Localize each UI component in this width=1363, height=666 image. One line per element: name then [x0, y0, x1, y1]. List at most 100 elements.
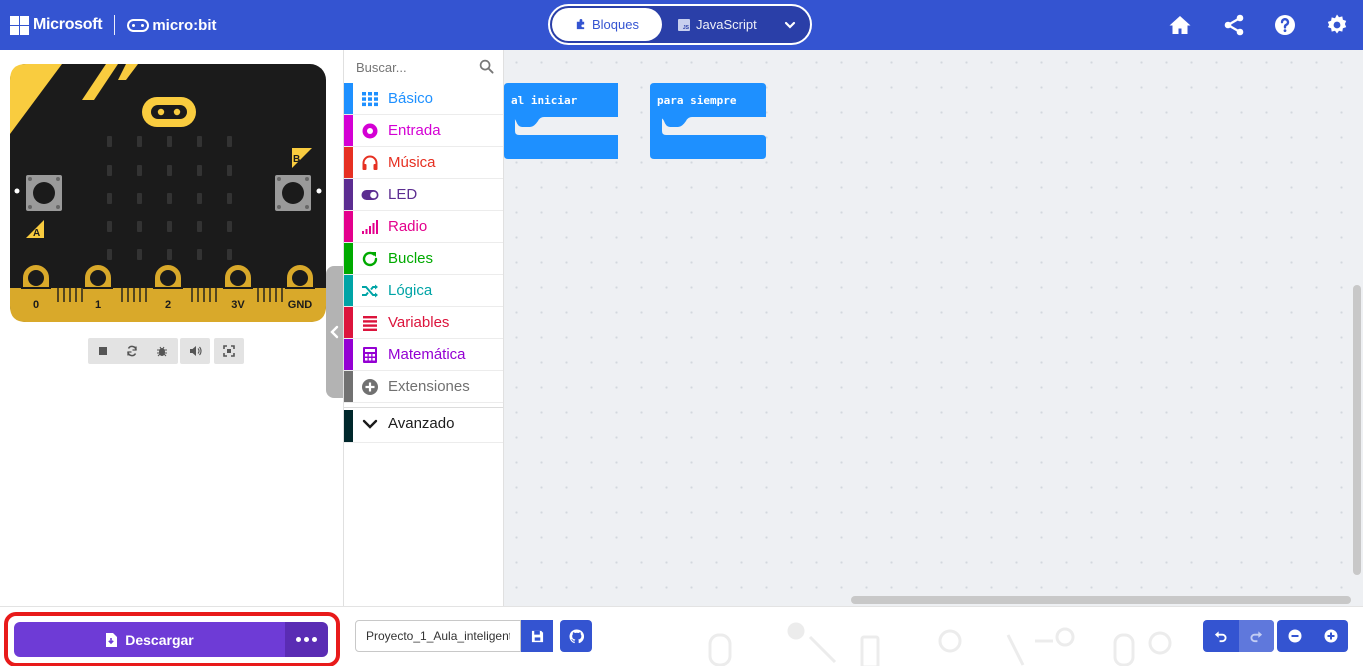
project-name-input[interactable]	[355, 620, 521, 652]
debug-icon[interactable]	[156, 345, 168, 357]
blocks-tab[interactable]: Bloques	[552, 8, 662, 41]
decorative-pattern	[708, 622, 1172, 666]
microsoft-logo-icon	[10, 15, 29, 35]
share-icon[interactable]	[1222, 13, 1246, 37]
undo-icon	[1214, 630, 1227, 642]
home-icon[interactable]	[1168, 13, 1192, 37]
pin-1-label[interactable]: 1	[95, 299, 101, 311]
zoom-out-icon	[1288, 629, 1301, 643]
category-avanzado[interactable]: Avanzado	[344, 407, 503, 443]
forever-block[interactable]: para siempre	[650, 83, 766, 164]
blocks-tab-label: Bloques	[592, 17, 639, 32]
shuffle-icon	[362, 284, 378, 298]
javascript-tab-label: JavaScript	[696, 17, 757, 32]
vertical-scrollbar[interactable]	[1353, 285, 1361, 575]
category-label: Básico	[388, 90, 434, 107]
category-label: Entrada	[388, 122, 441, 139]
pin-2-label[interactable]: 2	[165, 299, 171, 311]
button-b-label: B	[293, 154, 300, 165]
simulator-panel: A B 0 1 2 3V GND	[0, 50, 343, 606]
redo-icon	[1250, 630, 1263, 642]
sim-fullscreen-button[interactable]	[214, 338, 244, 364]
javascript-tab[interactable]: JavaScript	[678, 8, 757, 41]
fullscreen-icon	[223, 345, 235, 357]
category-label: Matemática	[388, 346, 466, 363]
category-label: Extensiones	[388, 378, 470, 395]
zoom-out-button[interactable]	[1277, 620, 1312, 652]
brand: Microsoft micro:bit	[10, 14, 216, 36]
forever-label: para siempre	[657, 94, 737, 107]
restart-icon[interactable]	[126, 345, 138, 357]
toolbox-search	[344, 50, 503, 83]
calculator-icon	[363, 347, 377, 363]
category-led[interactable]: LED	[344, 179, 503, 211]
input-target-icon	[362, 123, 378, 139]
microbit-brand-text[interactable]: micro:bit	[152, 17, 216, 34]
settings-icon[interactable]	[1325, 13, 1349, 37]
toolbox: Básico Entrada Música LED Radio Bucles L…	[343, 50, 504, 606]
zoom-in-button[interactable]	[1313, 620, 1348, 652]
category-label: Música	[388, 154, 436, 171]
microsoft-brand-text: Microsoft	[33, 16, 103, 33]
search-icon[interactable]	[479, 59, 494, 74]
search-input[interactable]	[356, 58, 476, 76]
category-bucles[interactable]: Bucles	[344, 243, 503, 275]
category-label: Avanzado	[388, 415, 455, 432]
collapse-simulator-tab[interactable]	[326, 266, 343, 398]
save-button[interactable]	[521, 620, 553, 652]
category-label: Radio	[388, 218, 428, 235]
pin-gnd-label: GND	[288, 299, 313, 311]
javascript-icon	[678, 18, 690, 31]
on-start-block[interactable]: al iniciar	[504, 83, 620, 164]
category-label: Variables	[388, 314, 450, 331]
redo-button[interactable]	[1239, 620, 1274, 652]
sound-icon	[189, 346, 202, 356]
grid-icon	[362, 92, 378, 107]
category-radio[interactable]: Radio	[344, 211, 503, 243]
github-button[interactable]	[560, 620, 592, 652]
category-extensiones[interactable]: Extensiones	[344, 371, 503, 403]
simulator-controls	[88, 338, 244, 364]
undo-button[interactable]	[1203, 620, 1238, 652]
signal-bars-icon	[362, 220, 378, 234]
category-basico[interactable]: Básico	[344, 83, 503, 115]
download-button[interactable]: Descargar	[14, 622, 285, 657]
puzzle-icon	[576, 19, 585, 30]
category-logica[interactable]: Lógica	[344, 275, 503, 307]
undo-redo-group	[1203, 620, 1274, 652]
pin-0-label[interactable]: 0	[33, 299, 39, 311]
download-more-button[interactable]	[285, 622, 328, 657]
help-icon[interactable]	[1273, 13, 1297, 37]
chevron-left-icon	[329, 325, 338, 339]
more-dots-icon	[296, 637, 301, 642]
on-start-label: al iniciar	[511, 94, 578, 107]
category-label: Bucles	[388, 250, 434, 267]
zoom-group	[1277, 620, 1348, 652]
category-matematica[interactable]: Matemática	[344, 339, 503, 371]
sim-sound-button[interactable]	[180, 338, 210, 364]
blocks-workspace[interactable]: al iniciar para siempre	[504, 50, 1363, 606]
category-musica[interactable]: Música	[344, 147, 503, 179]
zoom-in-icon	[1324, 629, 1337, 643]
button-b[interactable]	[275, 175, 311, 211]
horizontal-scrollbar[interactable]	[851, 596, 1351, 604]
top-bar: Microsoft micro:bit Bloques JavaScript	[0, 0, 1363, 50]
category-label: LED	[388, 186, 418, 203]
download-label: Descargar	[125, 631, 194, 648]
sim-control-group	[88, 338, 178, 364]
microbit-logo-icon	[127, 18, 150, 32]
download-file-icon	[106, 632, 118, 647]
lines-icon	[363, 316, 377, 331]
chevron-down-icon[interactable]	[783, 18, 797, 32]
plus-circle-icon	[362, 379, 378, 395]
brand-divider	[114, 15, 116, 35]
category-variables[interactable]: Variables	[344, 307, 503, 339]
button-a[interactable]	[26, 175, 62, 211]
editor-toggle: Bloques JavaScript	[548, 4, 812, 45]
microbit-board[interactable]: A B 0 1 2 3V GND	[10, 64, 326, 322]
category-entrada[interactable]: Entrada	[344, 115, 503, 147]
loop-icon	[362, 251, 378, 267]
stop-icon[interactable]	[98, 346, 108, 356]
pin-3v-label: 3V	[231, 299, 245, 311]
save-icon	[531, 630, 543, 642]
